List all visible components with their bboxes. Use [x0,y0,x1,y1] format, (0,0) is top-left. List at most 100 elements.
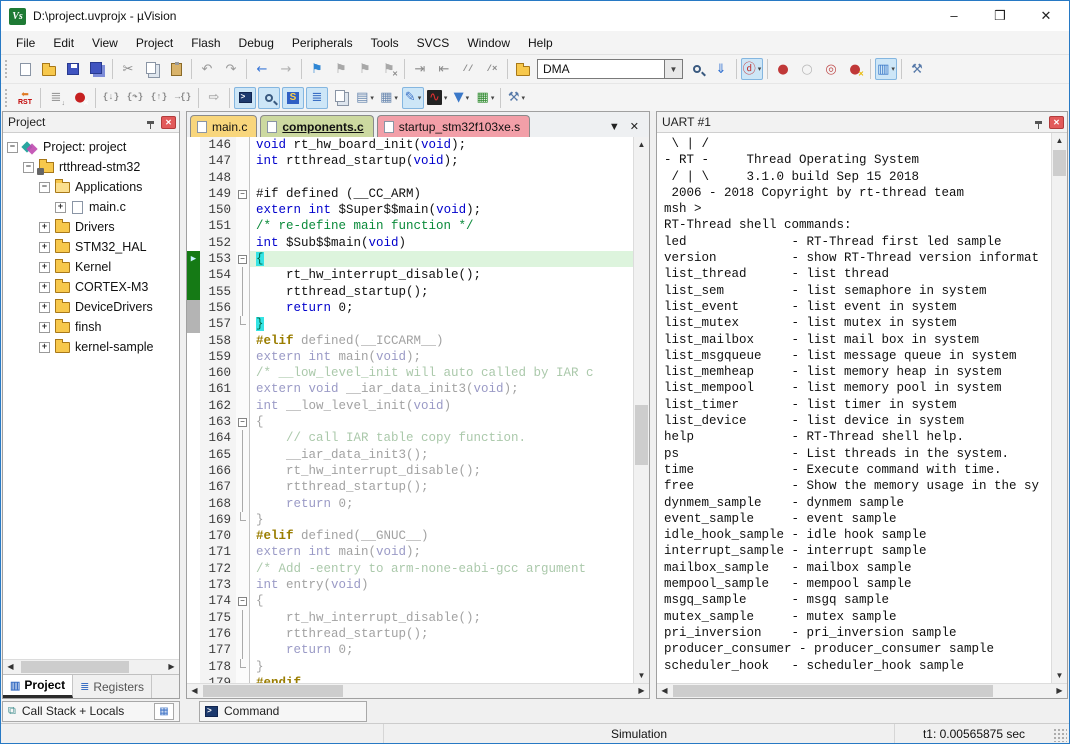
scroll-down-icon[interactable]: ▼ [1052,668,1067,683]
menu-debug[interactable]: Debug [230,31,283,54]
system-viewer-button[interactable]: ▼▾ [450,87,472,109]
code-line[interactable]: 176 rtthread_startup(); [187,626,633,642]
scrollbar-thumb[interactable] [203,685,343,697]
bookmark-prev-button[interactable]: ⚑ [354,58,376,80]
code-text[interactable]: int $Sub$$main(void) [250,235,633,251]
code-text[interactable]: rt_hw_interrupt_disable(); [250,463,633,479]
fold-gutter[interactable]: − [236,251,250,267]
menu-edit[interactable]: Edit [44,31,83,54]
comment-selection-button[interactable]: // [457,58,479,80]
editor-vscrollbar[interactable]: ▲ ▼ [633,137,649,683]
tree-item-cortex-m3[interactable]: +CORTEX-M3 [7,277,179,297]
menu-view[interactable]: View [83,31,127,54]
insert-breakpoint-button[interactable]: ● [772,58,794,80]
scrollbar-thumb[interactable] [673,685,993,697]
scroll-up-icon[interactable]: ▲ [634,137,649,152]
code-line[interactable]: 170#elif defined(__GNUC__) [187,528,633,544]
fold-gutter[interactable]: − [236,186,250,202]
code-line[interactable]: 149−#if defined (__CC_ARM) [187,186,633,202]
scroll-up-icon[interactable]: ▲ [1052,133,1067,148]
tree-item-applications[interactable]: −Applications [7,177,179,197]
code-line[interactable]: 147int rtthread_startup(void); [187,153,633,169]
close-icon[interactable]: ✕ [1049,116,1064,129]
save-all-button[interactable] [86,58,108,80]
find-in-files-button[interactable] [512,58,534,80]
expander-plus-icon[interactable]: + [39,242,50,253]
code-line[interactable]: 152int $Sub$$main(void) [187,235,633,251]
memory-grid-icon[interactable]: ▦ [154,703,174,720]
toolbar-grip[interactable] [5,60,10,78]
dropdown-icon[interactable]: ▾ [370,94,374,102]
code-text[interactable]: /* re-define main function */ [250,218,633,234]
close-document-icon[interactable]: ✕ [630,120,639,133]
dropdown-icon[interactable]: ▾ [444,94,448,102]
code-line[interactable]: 166 rt_hw_interrupt_disable(); [187,463,633,479]
code-line[interactable]: 169} [187,512,633,528]
scrollbar-thumb[interactable] [1053,150,1066,176]
toolbar-grip[interactable] [5,89,10,107]
menu-project[interactable]: Project [127,31,182,54]
code-text[interactable]: // call IAR table copy function. [250,430,633,446]
code-text[interactable]: rt_hw_interrupt_disable(); [250,267,633,283]
code-line[interactable]: 175 rt_hw_interrupt_disable(); [187,610,633,626]
editor-hscrollbar[interactable]: ◀ ▶ [187,683,649,698]
find-button[interactable] [686,58,708,80]
expander-plus-icon[interactable]: + [39,262,50,273]
expander-plus-icon[interactable]: + [39,302,50,313]
code-text[interactable]: { [250,251,633,267]
code-text[interactable]: return 0; [250,300,633,316]
code-text[interactable]: return 0; [250,642,633,658]
code-line[interactable]: 178} [187,659,633,675]
scroll-down-icon[interactable]: ▼ [634,668,649,683]
expander-plus-icon[interactable]: + [39,322,50,333]
command-window-button[interactable]: > [234,87,256,109]
search-box-value[interactable]: DMA [537,59,665,79]
code-text[interactable]: int __low_level_init(void) [250,398,633,414]
memory-window-button[interactable]: ▦▾ [378,87,400,109]
code-line[interactable]: 157} [187,316,633,332]
code-line[interactable]: 168 return 0; [187,496,633,512]
code-line[interactable]: 160/* __low_level_init will auto called … [187,365,633,381]
open-file-button[interactable] [38,58,60,80]
close-button[interactable]: ✕ [1023,1,1069,31]
run-to-cursor-button[interactable]: →{} [172,87,194,109]
code-line[interactable]: 174−{ [187,593,633,609]
code-line[interactable]: 172/* Add -eentry to arm-none-eabi-gcc a… [187,561,633,577]
step-out-button[interactable]: {↑} [148,87,170,109]
code-line[interactable]: 158#elif defined(__ICCARM__) [187,333,633,349]
uart-terminal[interactable]: \ | / - RT - Thread Operating System / |… [657,133,1051,683]
registers-window-button[interactable]: ≣ [306,87,328,109]
code-text[interactable]: } [250,659,633,675]
uncomment-selection-button[interactable]: /× [481,58,503,80]
menu-peripherals[interactable]: Peripherals [283,31,362,54]
command-panel-bar[interactable]: > Command [199,701,367,722]
call-stack-window-button[interactable] [330,87,352,109]
search-box-dropdown-icon[interactable]: ▼ [665,59,683,79]
dropdown-icon[interactable]: ▾ [466,94,470,102]
code-text[interactable] [250,170,633,186]
navigate-back-button[interactable]: ← [251,58,273,80]
undo-button[interactable]: ↶ [196,58,218,80]
dropdown-icon[interactable]: ▾ [758,65,762,73]
pin-icon[interactable] [1035,121,1042,124]
menu-tools[interactable]: Tools [362,31,408,54]
code-line[interactable]: 163−{ [187,414,633,430]
editor-tab-startup-stm32f103xe-s[interactable]: startup_stm32f103xe.s [377,115,530,137]
redo-button[interactable]: ↷ [220,58,242,80]
fold-collapse-icon[interactable]: − [238,255,247,264]
bookmark-next-button[interactable]: ⚑ [330,58,352,80]
window-layout-button[interactable]: ▥▾ [875,58,897,80]
toolbox-button[interactable]: ▦▾ [474,87,496,109]
symbols-window-button[interactable]: S [282,87,304,109]
code-text[interactable]: { [250,414,633,430]
expander-plus-icon[interactable]: + [39,282,50,293]
tree-item-drivers[interactable]: +Drivers [7,217,179,237]
code-text[interactable]: #if defined (__CC_ARM) [250,186,633,202]
code-line[interactable]: 164 // call IAR table copy function. [187,430,633,446]
incremental-find-button[interactable]: ⇓ [710,58,732,80]
uart-hscrollbar[interactable]: ◀ ▶ [657,683,1067,698]
resize-grip[interactable] [1053,728,1067,742]
dropdown-icon[interactable]: ▾ [418,94,422,102]
tree-item-project-project[interactable]: −Project: project [7,137,179,157]
scroll-right-icon[interactable]: ▶ [634,684,649,698]
